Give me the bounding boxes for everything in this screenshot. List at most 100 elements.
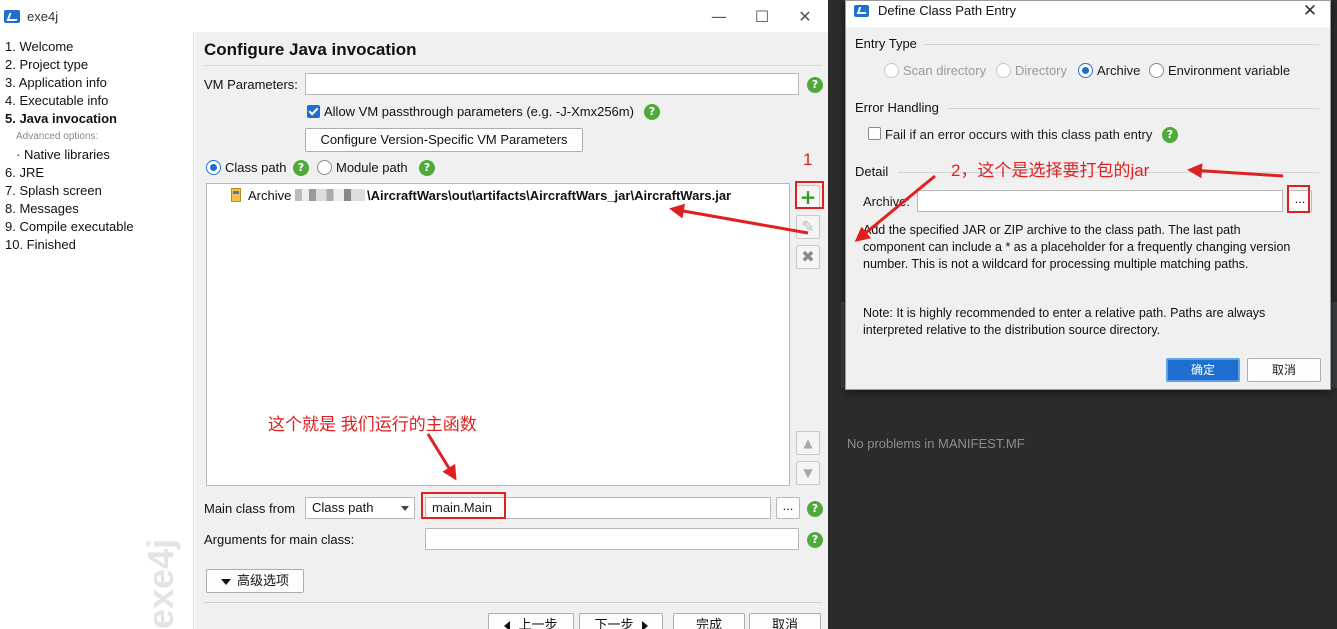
triangle-down-icon — [220, 578, 231, 585]
annotation-label-2: 2，这个是选择要打包的jar — [951, 161, 1150, 180]
title-separator — [204, 65, 822, 66]
exe4j-watermark: exe4j — [140, 538, 181, 629]
archive-description: Add the specified JAR or ZIP archive to … — [863, 223, 1291, 271]
ok-button[interactable]: 确定 — [1166, 358, 1240, 382]
ide-status-area — [841, 388, 1337, 629]
annotation-label-main-class: 这个就是 我们运行的主函数 — [268, 415, 477, 434]
dialog-cancel-button[interactable]: 取消 — [1247, 358, 1321, 382]
archive-label: Archive: — [863, 194, 910, 209]
vm-parameters-input[interactable] — [305, 73, 799, 95]
minimize-icon[interactable]: — — [708, 6, 730, 28]
help-icon[interactable]: ? — [1162, 127, 1178, 143]
group-separator — [949, 108, 1319, 109]
main-class-from-label: Main class from — [204, 501, 296, 516]
close-icon[interactable]: ✕ — [1298, 1, 1322, 23]
advanced-options-button[interactable]: 高级选项 — [206, 569, 304, 593]
main-class-source-value: Class path — [312, 500, 374, 515]
help-icon[interactable]: ? — [644, 104, 660, 120]
group-separator — [924, 44, 1319, 45]
move-up-button[interactable]: ▲ — [796, 431, 820, 455]
wizard-steps-panel: 1. Welcome 2. Project type 3. Applicatio… — [0, 32, 194, 629]
exe4j-app-icon — [854, 5, 869, 17]
fail-on-error-checkbox[interactable] — [868, 127, 881, 140]
archive-radio[interactable] — [1078, 63, 1093, 78]
class-path-label: Class path — [225, 160, 287, 175]
arguments-input[interactable] — [425, 528, 799, 550]
environment-variable-radio[interactable] — [1149, 63, 1164, 78]
redacted-path-segment — [295, 189, 365, 201]
back-label: 上一步 — [518, 617, 558, 629]
allow-passthrough-checkbox[interactable] — [307, 105, 320, 118]
module-path-label: Module path — [336, 160, 408, 175]
advanced-options-label: 高级选项 — [236, 573, 289, 588]
allow-passthrough-label: Allow VM passthrough parameters (e.g. -J… — [324, 104, 634, 119]
archive-option-label: Archive — [1097, 63, 1141, 78]
annotation-box-add-button — [795, 181, 824, 209]
finish-button[interactable]: 完成 — [673, 613, 745, 629]
step-splash-screen[interactable]: 7. Splash screen — [5, 183, 102, 198]
dialog-title-bar: Define Class Path Entry ✕ — [846, 1, 1330, 27]
configure-version-vm-button[interactable]: Configure Version-Specific VM Parameters — [305, 128, 583, 152]
step-welcome[interactable]: 1. Welcome — [5, 39, 73, 54]
help-icon[interactable]: ? — [807, 77, 823, 93]
help-icon[interactable]: ? — [807, 532, 823, 548]
directory-radio[interactable] — [996, 63, 1011, 78]
window-title: exe4j — [27, 9, 59, 24]
step-executable-info[interactable]: 4. Executable info — [5, 93, 108, 108]
archive-path-input[interactable] — [917, 190, 1283, 212]
annotation-box-browse-archive — [1287, 185, 1310, 213]
next-label: 下一步 — [594, 617, 634, 629]
step-native-libraries[interactable]: · Native libraries — [16, 147, 110, 162]
title-bar: exe4j — ☐ ✕ — [0, 0, 828, 32]
fail-on-error-label: Fail if an error occurs with this class … — [885, 127, 1153, 142]
exe4j-main-window: exe4j — ☐ ✕ 1. Welcome 2. Project type 3… — [0, 0, 828, 629]
annotation-label-1: 1 — [803, 150, 813, 169]
exe4j-app-icon — [4, 10, 20, 23]
help-icon[interactable]: ? — [293, 160, 309, 176]
triangle-left-icon — [504, 620, 511, 629]
error-handling-title: Error Handling — [855, 100, 939, 115]
step-java-invocation[interactable]: 5. Java invocation — [5, 111, 117, 126]
scan-directory-radio[interactable] — [884, 63, 899, 78]
edit-entry-button[interactable]: ✎ — [796, 215, 820, 239]
define-class-path-entry-dialog: Define Class Path Entry ✕ Entry Type Sca… — [845, 0, 1331, 390]
directory-label: Directory — [1015, 63, 1068, 78]
archive-path-text: \AircraftWars\out\artifacts\AircraftWars… — [367, 188, 732, 203]
remove-entry-button[interactable]: ✖ — [796, 245, 820, 269]
next-button[interactable]: 下一步 — [579, 613, 663, 629]
footer-separator — [204, 602, 822, 603]
browse-main-class-button[interactable]: ... — [776, 497, 800, 519]
close-icon[interactable]: ✕ — [794, 6, 816, 28]
step-finished[interactable]: 10. Finished — [5, 237, 76, 252]
page-title: Configure Java invocation — [204, 40, 417, 59]
step-application-info[interactable]: 3. Application info — [5, 75, 107, 90]
dialog-title: Define Class Path Entry — [878, 3, 1017, 18]
maximize-icon[interactable]: ☐ — [751, 6, 773, 28]
triangle-right-icon — [641, 620, 648, 629]
module-path-radio[interactable] — [317, 160, 332, 175]
classpath-list[interactable]: Archive \AircraftWars\out\artifacts\Airc… — [206, 183, 790, 486]
content-panel: Configure Java invocation VM Parameters:… — [195, 32, 828, 629]
relative-path-note: Note: It is highly recommended to enter … — [863, 306, 1266, 337]
main-class-source-select[interactable]: Class path — [305, 497, 415, 519]
arguments-label: Arguments for main class: — [204, 532, 355, 547]
chevron-down-icon — [401, 506, 409, 511]
step-messages[interactable]: 8. Messages — [5, 201, 79, 216]
annotation-box-main-class — [421, 492, 506, 519]
environment-variable-label: Environment variable — [1168, 63, 1291, 78]
scan-directory-label: Scan directory — [903, 63, 987, 78]
help-icon[interactable]: ? — [807, 501, 823, 517]
step-project-type[interactable]: 2. Project type — [5, 57, 88, 72]
step-compile-executable[interactable]: 9. Compile executable — [5, 219, 134, 234]
move-down-button[interactable]: ▼ — [796, 461, 820, 485]
entry-type-label: Archive — [248, 188, 292, 203]
class-path-radio[interactable] — [206, 160, 221, 175]
cancel-button[interactable]: 取消 — [749, 613, 821, 629]
manifest-status-text: No problems in MANIFEST.MF — [847, 436, 1025, 451]
vm-parameters-label: VM Parameters: — [204, 77, 298, 92]
help-icon[interactable]: ? — [419, 160, 435, 176]
step-jre[interactable]: 6. JRE — [5, 165, 44, 180]
entry-type-title: Entry Type — [855, 36, 917, 51]
advanced-options-label: Advanced options: — [16, 131, 99, 142]
back-button[interactable]: 上一步 — [488, 613, 574, 629]
